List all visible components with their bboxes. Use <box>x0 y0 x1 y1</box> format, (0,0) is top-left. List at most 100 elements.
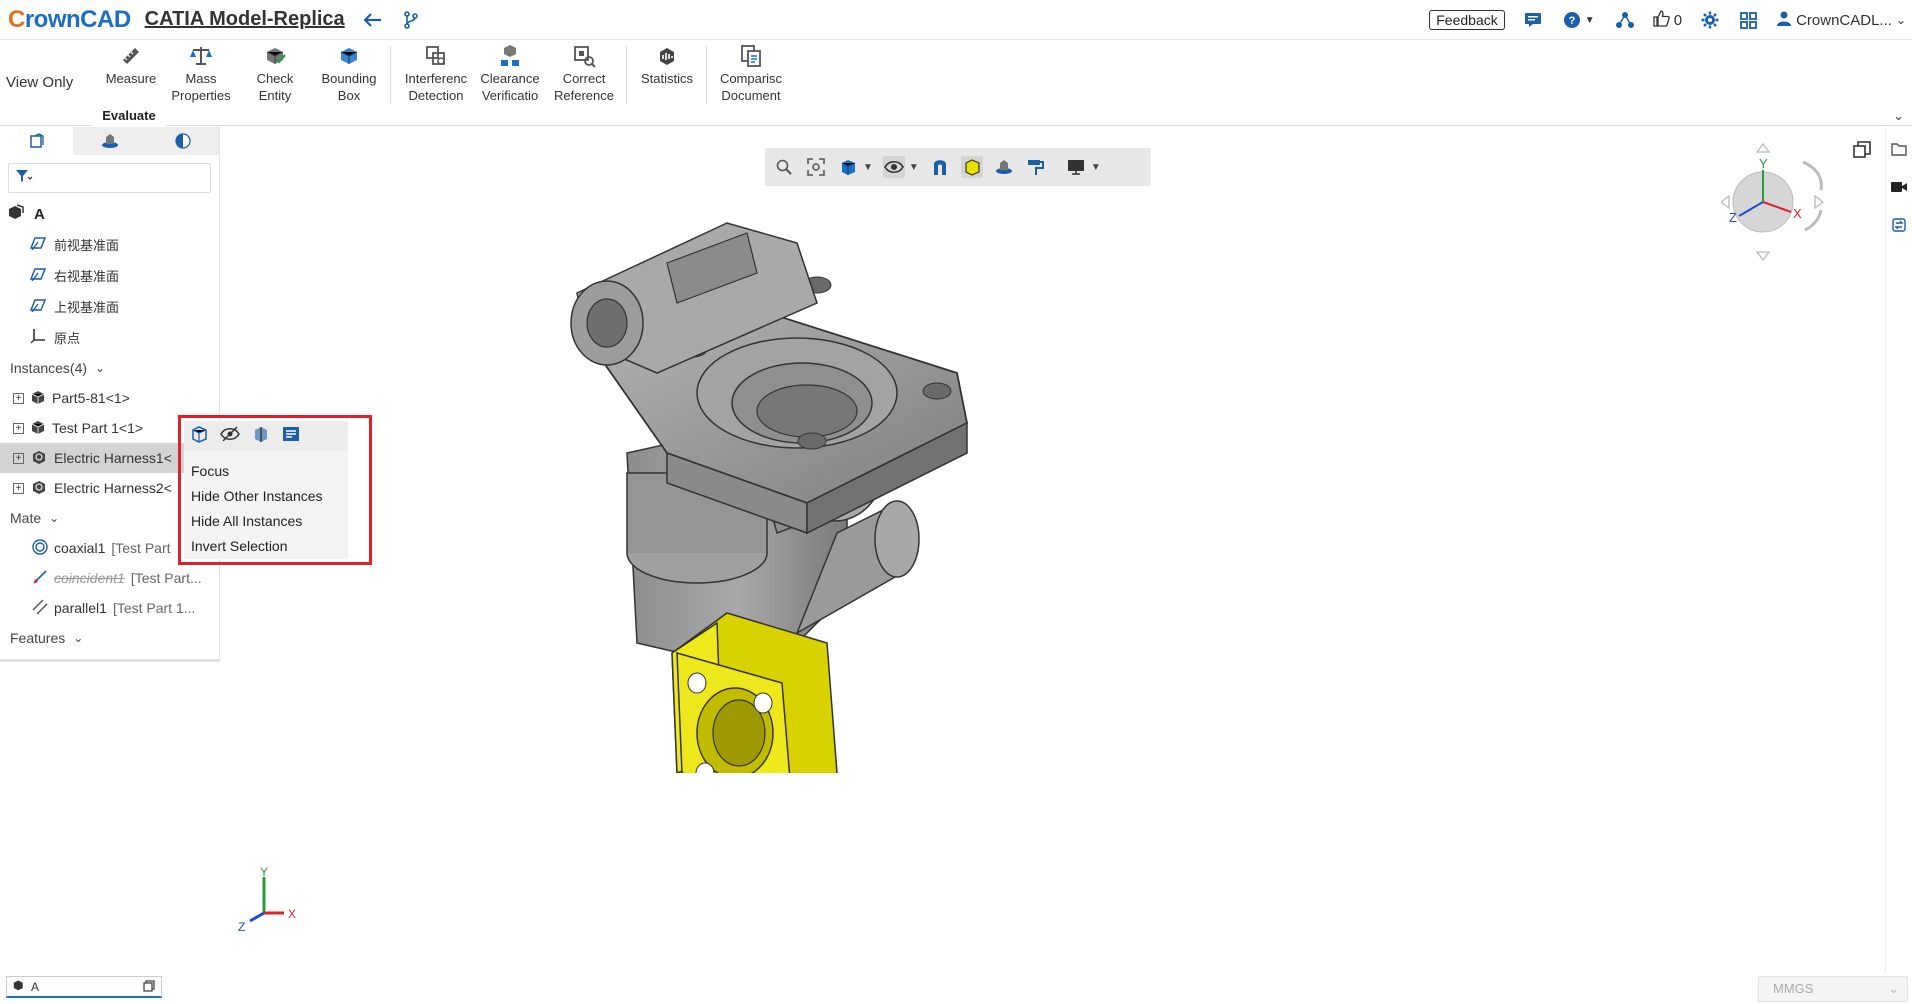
crowncad-logo[interactable]: CrownCAD <box>8 6 131 34</box>
tree-filter-input[interactable] <box>8 163 211 193</box>
mate-name: coincident1 <box>54 570 125 586</box>
tree-root-label: A <box>34 205 45 223</box>
axis-triad: Y X Z <box>238 867 296 934</box>
compare-document-icon <box>741 45 761 67</box>
instances-header-label: Instances(4) <box>10 360 88 376</box>
ribbon-toolbar: View Only Measure Mass Properties Check … <box>0 40 1912 126</box>
chevron-down-icon[interactable]: ▼ <box>863 162 873 173</box>
tree-item-top-plane[interactable]: 上视基准面 <box>0 291 219 322</box>
document-tab[interactable]: A <box>6 976 162 998</box>
mate-sub: [Test Part <box>111 540 171 556</box>
tree-item-right-plane[interactable]: 右视基准面 <box>0 260 219 291</box>
feature-tree-panel: A 前视基准面 右视基准面 上视基准面 原点 Instances(4) ⌄ + … <box>0 127 220 662</box>
check-entity-icon <box>266 48 286 64</box>
sync-icon[interactable] <box>1889 215 1909 235</box>
tree-item-label: 右视基准面 <box>54 269 120 284</box>
clearance-verification-button[interactable]: Clearance Verificatio <box>473 44 547 108</box>
branch-icon[interactable] <box>401 10 421 30</box>
instance-label: Electric Harness2< <box>54 480 172 496</box>
3d-viewport[interactable]: ▼ ▼ ▼ Y X Z Y X Z <box>221 127 1885 972</box>
triad-z-label: Z <box>238 920 245 934</box>
filter-funnel-icon <box>15 169 33 188</box>
comment-icon[interactable] <box>1523 10 1543 30</box>
interference-detection-button[interactable]: Interferenc Detection <box>399 44 473 108</box>
clearance-icon <box>501 45 519 66</box>
assembly-icon <box>8 204 24 224</box>
parallel-icon <box>32 598 48 618</box>
expand-toggle[interactable]: + <box>13 452 24 464</box>
tab-display[interactable] <box>146 127 219 155</box>
chevron-down-icon[interactable]: ▼ <box>1091 162 1101 173</box>
tab-evaluate[interactable]: Evaluate <box>92 106 166 126</box>
interference-icon <box>426 46 445 65</box>
instances-section-header[interactable]: Instances(4) ⌄ <box>0 353 219 383</box>
ribbon-separator <box>626 46 627 104</box>
harness-icon <box>30 478 48 499</box>
tree-root[interactable]: A <box>0 199 219 229</box>
check-entity-button[interactable]: Check Entity <box>238 44 312 108</box>
statistics-icon <box>660 48 674 65</box>
3d-model[interactable] <box>517 173 1077 773</box>
help-icon[interactable]: ? ▼ <box>1561 10 1597 30</box>
svg-text:?: ? <box>1568 15 1575 27</box>
features-section-header[interactable]: Features ⌄ <box>0 623 219 653</box>
measure-button[interactable]: Measure <box>94 44 168 108</box>
user-name: CrownCADL... <box>1796 11 1892 29</box>
right-side-toolbar <box>1885 127 1912 972</box>
mass-properties-button[interactable]: Mass Properties <box>164 44 238 108</box>
restore-window-icon[interactable] <box>1853 141 1871 164</box>
user-menu[interactable]: CrownCADL... ⌄ <box>1776 10 1906 30</box>
units-select[interactable]: MMGS ⌄ <box>1758 976 1908 1002</box>
cube-x-label: X <box>1793 206 1802 221</box>
folder-icon[interactable] <box>1889 139 1909 159</box>
settings-gear-icon[interactable] <box>1700 10 1720 30</box>
ruler-icon <box>123 48 139 64</box>
expand-toggle[interactable]: + <box>13 482 24 494</box>
instance-label: Test Part 1<1> <box>52 420 144 436</box>
instance-label: Part5-81<1> <box>52 390 130 406</box>
share-icon[interactable] <box>1615 10 1635 30</box>
correct-reference-button[interactable]: Correct Reference <box>547 44 621 108</box>
assembly-icon <box>13 979 25 994</box>
tree-item-front-plane[interactable]: 前视基准面 <box>0 229 219 260</box>
chevron-down-icon: ⌄ <box>1888 981 1899 996</box>
part-icon <box>30 389 46 408</box>
tree-item-label: 原点 <box>54 331 81 346</box>
document-tab-label: A <box>31 979 40 994</box>
tree-item-label: 前视基准面 <box>54 238 120 253</box>
plane-icon <box>29 298 47 315</box>
feedback-button[interactable]: Feedback <box>1429 10 1505 30</box>
ribbon-collapse-chevron-icon[interactable]: ⌄ <box>1893 108 1904 124</box>
chevron-down-icon[interactable]: ▼ <box>909 162 919 173</box>
back-arrow-icon[interactable] <box>363 10 383 30</box>
bounding-box-icon <box>340 48 358 64</box>
comparison-document-button[interactable]: Comparisc Document <box>714 44 788 108</box>
expand-toggle[interactable]: + <box>13 392 24 404</box>
part-icon <box>30 419 46 438</box>
mate-name: parallel1 <box>54 600 107 616</box>
scale-icon <box>190 47 212 65</box>
instance-label: Electric Harness1< <box>54 450 172 466</box>
thumbs-up-icon <box>1653 9 1670 31</box>
tree-mate-coincident[interactable]: coincident1 [Test Part... <box>0 563 219 593</box>
origin-axes-icon <box>30 328 46 347</box>
tree-mate-parallel[interactable]: parallel1 [Test Part 1... <box>0 593 219 623</box>
cube-y-label: Y <box>1759 156 1768 171</box>
document-title[interactable]: CATIA Model-Replica <box>145 8 345 31</box>
bounding-box-button[interactable]: Bounding Box <box>312 44 386 108</box>
statistics-button[interactable]: Statistics <box>630 44 704 108</box>
likes[interactable]: 0 <box>1653 9 1682 31</box>
plane-icon <box>29 236 47 253</box>
expand-toggle[interactable]: + <box>13 422 24 434</box>
panel-tabs <box>0 127 219 155</box>
tab-appearance[interactable] <box>73 127 146 155</box>
view-cube-navigator[interactable]: Y X Z <box>1721 142 1851 262</box>
apps-grid-icon[interactable] <box>1738 10 1758 30</box>
restore-icon[interactable] <box>143 980 155 995</box>
correct-reference-icon <box>574 46 596 68</box>
chevron-down-icon: ⌄ <box>1895 13 1906 27</box>
tab-feature-tree[interactable] <box>0 127 73 155</box>
tree-item-origin[interactable]: 原点 <box>0 322 219 353</box>
tree-instance-part5[interactable]: + Part5-81<1> <box>0 383 219 413</box>
video-camera-icon[interactable] <box>1889 177 1909 197</box>
